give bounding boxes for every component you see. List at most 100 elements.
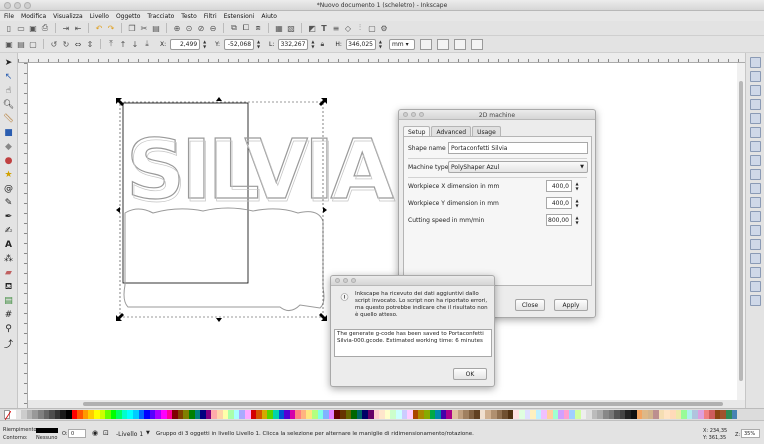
snap-bbox-icon[interactable] <box>749 71 761 82</box>
clone-icon[interactable]: ⧠ <box>241 23 251 33</box>
close-button[interactable]: Close <box>515 299 545 311</box>
rotate-ccw-icon[interactable]: ↺ <box>49 39 59 49</box>
snap-text-baseline-icon[interactable] <box>749 253 761 264</box>
menu-testo[interactable]: Testo <box>181 13 197 20</box>
redo-icon[interactable]: ↷ <box>106 23 116 33</box>
new-document-icon[interactable]: ▯ <box>4 23 14 33</box>
eraser-tool-icon[interactable]: ▰ <box>3 267 15 279</box>
vertical-scroll-thumb[interactable] <box>739 81 743 381</box>
zoom-input[interactable]: 35% <box>741 429 760 438</box>
unit-select[interactable]: mm ▾ <box>388 38 415 50</box>
copy-icon[interactable]: ❐ <box>127 23 137 33</box>
raise-icon[interactable]: ↑ <box>118 39 128 49</box>
unlink-clone-icon[interactable]: ⧈ <box>253 23 263 33</box>
snap-grid-icon[interactable] <box>749 281 761 292</box>
ungroup-icon[interactable]: ▧ <box>286 23 296 33</box>
vertical-ruler[interactable] <box>18 63 28 408</box>
align-distribute-icon[interactable]: ⫶ <box>355 23 365 33</box>
workpiece-y-spin-buttons[interactable]: ▲ ▼ <box>573 197 581 209</box>
snap-enable-icon[interactable] <box>749 57 761 68</box>
menu-visualizza[interactable]: Visualizza <box>53 13 83 20</box>
message-dialog-minimize-button[interactable] <box>343 278 348 283</box>
snap-midpoints-icon[interactable] <box>749 211 761 222</box>
no-paint-swatch[interactable] <box>4 410 11 420</box>
snap-cusp-icon[interactable] <box>749 183 761 194</box>
snap-smooth-icon[interactable] <box>749 197 761 208</box>
lower-to-bottom-icon[interactable]: ⤓ <box>142 39 152 49</box>
spiral-tool-icon[interactable]: @ <box>3 183 15 195</box>
stroke-indicator[interactable]: Nessuno <box>36 435 57 441</box>
gradient-tool-icon[interactable]: ▤ <box>3 295 15 307</box>
cut-icon[interactable]: ✂ <box>139 23 149 33</box>
tweak-tool-icon[interactable]: ☝ <box>3 85 15 97</box>
xml-editor-icon[interactable]: ◇ <box>343 23 353 33</box>
menu-filtri[interactable]: Filtri <box>204 13 217 20</box>
print-icon[interactable]: ⎙ <box>40 23 50 33</box>
measure-tool-icon[interactable]: 📏︎ <box>3 113 15 125</box>
h-spin-buttons[interactable]: ▲ ▼ <box>378 39 383 50</box>
h-input[interactable]: 346,025 <box>345 38 376 50</box>
rectangle-tool-icon[interactable]: ■ <box>3 127 15 139</box>
workpiece-x-input[interactable]: 400,0 <box>546 180 572 192</box>
menu-modifica[interactable]: Modifica <box>21 13 46 20</box>
menu-tracciato[interactable]: Tracciato <box>147 13 174 20</box>
transform-patterns-button[interactable] <box>470 38 483 50</box>
fill-indicator[interactable] <box>36 428 58 433</box>
lock-icon[interactable]: ⊡ <box>103 429 109 437</box>
ok-button[interactable]: OK <box>453 368 487 380</box>
menu-file[interactable]: File <box>4 13 14 20</box>
preferences-icon[interactable]: ⚙ <box>379 23 389 33</box>
horizontal-ruler[interactable] <box>18 53 745 63</box>
scale-corners-button[interactable] <box>436 38 449 50</box>
document-properties-icon[interactable]: ▢ <box>367 23 377 33</box>
calligraphy-tool-icon[interactable]: ✍ <box>3 225 15 237</box>
3d-box-tool-icon[interactable]: ◆ <box>3 141 15 153</box>
lower-icon[interactable]: ↓ <box>130 39 140 49</box>
flip-horizontal-icon[interactable]: ⇔ <box>73 39 83 49</box>
transform-gradients-button[interactable] <box>453 38 466 50</box>
snap-rotation-center-icon[interactable] <box>749 239 761 250</box>
ellipse-tool-icon[interactable]: ● <box>3 155 15 167</box>
snap-nodes-icon[interactable] <box>749 141 761 152</box>
raise-to-top-icon[interactable]: ⤒ <box>106 39 116 49</box>
star-tool-icon[interactable]: ★ <box>3 169 15 181</box>
open-icon[interactable]: ▭ <box>16 23 26 33</box>
zoom-tool-icon[interactable]: 🔍︎ <box>3 99 15 111</box>
eye-icon[interactable]: ◉ <box>92 429 98 437</box>
snap-guide-icon[interactable] <box>749 295 761 306</box>
export-icon[interactable]: ⇤ <box>73 23 83 33</box>
undo-icon[interactable]: ↶ <box>94 23 104 33</box>
select-all-layers-icon[interactable]: ▤ <box>16 39 26 49</box>
group-icon[interactable]: ▦ <box>274 23 284 33</box>
w-spin-buttons[interactable]: ▲ ▼ <box>310 39 315 50</box>
apply-button[interactable]: Apply <box>554 299 588 311</box>
workpiece-y-input[interactable]: 400,0 <box>546 197 572 209</box>
script-output-text[interactable]: The generate g-code has been saved to Po… <box>334 329 492 357</box>
deselect-icon[interactable]: ▢ <box>28 39 38 49</box>
duplicate-icon[interactable]: ⧉ <box>229 23 239 33</box>
zoom-drawing-icon[interactable]: ⊙ <box>184 23 194 33</box>
base-shape[interactable] <box>123 207 325 311</box>
w-input[interactable]: 332,267 <box>278 38 309 50</box>
text-tool-icon[interactable]: A <box>3 239 15 251</box>
save-icon[interactable]: ▣ <box>28 23 38 33</box>
palette-swatch[interactable] <box>731 410 738 419</box>
pencil-tool-icon[interactable]: ✎ <box>3 197 15 209</box>
pen-tool-icon[interactable]: ✒ <box>3 211 15 223</box>
cutting-speed-spin-buttons[interactable]: ▲ ▼ <box>573 214 581 226</box>
snap-paths-icon[interactable] <box>749 155 761 166</box>
zoom-width-icon[interactable]: ⊖ <box>208 23 218 33</box>
dropper-tool-icon[interactable]: ⚲ <box>3 323 15 335</box>
horizontal-scroll-thumb[interactable] <box>83 402 723 406</box>
y-spin-buttons[interactable]: ▲ ▼ <box>256 39 261 50</box>
message-dialog-zoom-button[interactable] <box>351 278 356 283</box>
workpiece-x-spin-buttons[interactable]: ▲ ▼ <box>573 180 581 192</box>
layers-icon[interactable]: ≡ <box>331 23 341 33</box>
menu-oggetto[interactable]: Oggetto <box>116 13 140 20</box>
lock-ratio-icon[interactable]: 🔒︎ <box>317 39 327 49</box>
snap-bbox-edge-icon[interactable] <box>749 85 761 96</box>
snap-bbox-center-icon[interactable] <box>749 127 761 138</box>
x-input[interactable]: 2,499 <box>170 38 201 50</box>
shape-name-input[interactable]: Portaconfetti Silvia <box>448 142 588 154</box>
snap-centers-icon[interactable] <box>749 225 761 236</box>
